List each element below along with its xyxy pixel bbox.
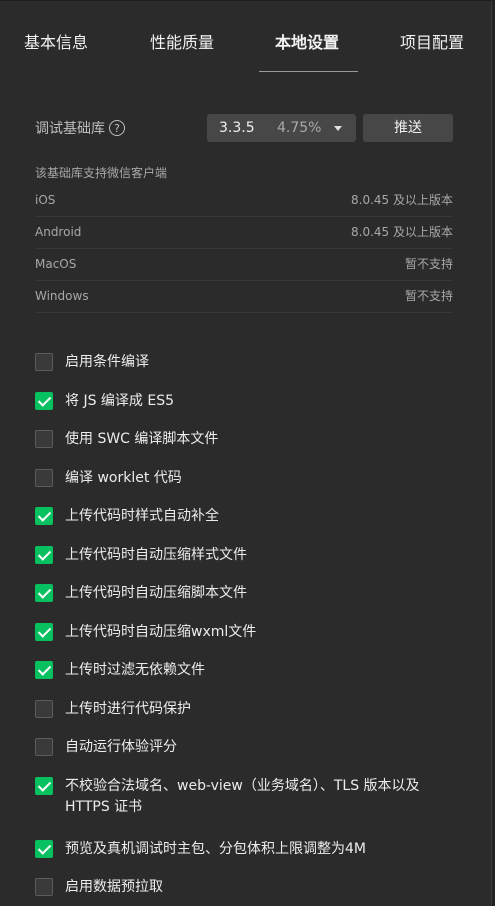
checkbox[interactable] [35,584,53,602]
option-label: 上传代码时样式自动补全 [65,508,219,524]
option-minify-scripts[interactable]: 上传代码时自动压缩脚本文件 [35,575,455,614]
option-minify-wxml[interactable]: 上传代码时自动压缩wxml文件 [35,614,455,653]
push-button[interactable]: 推送 [363,114,453,142]
checkbox[interactable] [35,839,53,858]
checkbox[interactable] [35,545,53,564]
option-label: 编译 worklet 代码 [65,469,182,486]
support-requirement: 8.0.45 及以上版本 [351,225,453,239]
support-os: Windows [35,289,89,303]
caret-down-icon [334,126,342,131]
scrollbar-track[interactable] [491,1,495,906]
active-tab-indicator [259,71,358,72]
checkbox[interactable] [35,468,53,487]
debug-lib-label: 调试基础库 [35,121,105,137]
checkbox[interactable] [35,430,53,448]
option-label: 将 JS 编译成 ES5 [65,392,175,409]
checkbox[interactable] [35,699,53,718]
option-label: 上传时进行代码保护 [65,700,191,717]
option-label: 启用数据预拉取 [65,879,163,895]
tab-project-config[interactable]: 项目配置 [400,25,464,61]
tab-basic-info[interactable]: 基本信息 [24,25,88,61]
support-os: Android [35,225,82,239]
option-label: 启用条件编译 [65,354,149,370]
checkbox[interactable] [35,776,53,795]
help-icon[interactable]: ? [109,120,125,136]
option-worklet-compile[interactable]: 编译 worklet 代码 [35,460,455,499]
option-minify-styles[interactable]: 上传代码时自动压缩样式文件 [35,537,455,576]
support-row-macos: MacOS 暂不支持 [35,249,453,281]
lib-version-select[interactable]: 3.3.5 4.75% [207,114,356,142]
option-skip-domain-check[interactable]: 不校验合法域名、web-view（业务域名）、TLS 版本以及 HTTPS 证书 [35,768,455,831]
support-requirement: 暂不支持 [404,289,453,303]
option-style-autoprefix[interactable]: 上传代码时样式自动补全 [35,498,455,537]
compile-options-list: 启用条件编译 将 JS 编译成 ES5 使用 SWC 编译脚本文件 编译 wor… [35,344,455,906]
tab-local-settings[interactable]: 本地设置 [275,25,339,61]
option-label: 自动运行体验评分 [65,739,177,755]
lib-version-value: 3.3.5 [219,120,255,136]
checkbox[interactable] [35,391,53,410]
option-label: 上传代码时自动压缩脚本文件 [65,585,247,601]
option-auto-audit[interactable]: 自动运行体验评分 [35,729,455,768]
checkbox[interactable] [35,661,53,679]
lib-usage-percent: 4.75% [277,120,322,136]
option-label: 上传代码时自动压缩样式文件 [65,546,247,563]
checkbox[interactable] [35,353,53,371]
checkbox[interactable] [35,622,53,641]
tab-performance[interactable]: 性能质量 [150,25,214,61]
support-os: MacOS [35,257,77,271]
local-settings-panel: 基本信息 性能质量 本地设置 项目配置 调试基础库? 3.3.5 4.75% 推… [0,0,495,906]
option-js-to-es5[interactable]: 将 JS 编译成 ES5 [35,383,455,422]
support-requirement: 暂不支持 [404,257,453,271]
debug-lib-row: 调试基础库? 3.3.5 4.75% 推送 [35,114,453,144]
option-conditional-compile[interactable]: 启用条件编译 [35,344,455,383]
option-label: 上传时过滤无依赖文件 [65,662,205,678]
checkbox[interactable] [35,507,53,525]
option-label: 上传代码时自动压缩wxml文件 [65,623,257,640]
option-raise-package-limit[interactable]: 预览及真机调试时主包、分包体积上限调整为4M [35,831,455,870]
support-row-ios: iOS 8.0.45 及以上版本 [35,185,453,217]
option-swc-compile[interactable]: 使用 SWC 编译脚本文件 [35,421,455,460]
option-label: 使用 SWC 编译脚本文件 [65,431,219,447]
option-label: 预览及真机调试时主包、分包体积上限调整为4M [65,840,366,857]
support-os: iOS [35,193,56,207]
settings-tabs: 基本信息 性能质量 本地设置 项目配置 [0,25,495,73]
support-requirement: 8.0.45 及以上版本 [351,193,453,207]
option-code-protection[interactable]: 上传时进行代码保护 [35,691,455,730]
checkbox[interactable] [35,878,53,896]
client-support-table: 该基础库支持微信客户端 iOS 8.0.45 及以上版本 Android 8.0… [35,161,453,313]
debug-lib-label-group: 调试基础库? [35,114,125,144]
option-filter-unused-files[interactable]: 上传时过滤无依赖文件 [35,652,455,691]
option-label: 不校验合法域名、web-view（业务域名）、TLS 版本以及 HTTPS 证书 [65,777,420,815]
support-title: 该基础库支持微信客户端 [35,166,168,180]
support-row-android: Android 8.0.45 及以上版本 [35,217,453,249]
support-row-windows: Windows 暂不支持 [35,281,453,313]
checkbox[interactable] [35,738,53,756]
option-data-prefetch[interactable]: 启用数据预拉取 [35,869,455,906]
